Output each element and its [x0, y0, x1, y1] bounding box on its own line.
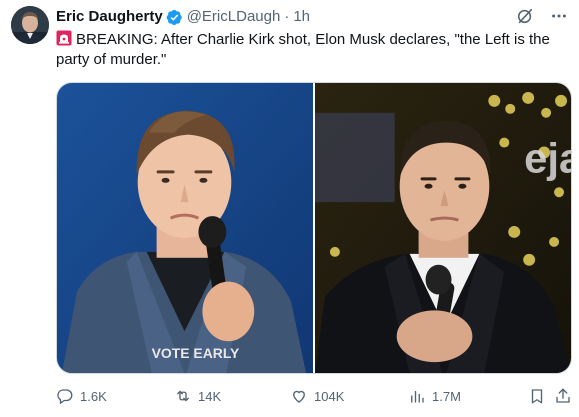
- author-name[interactable]: Eric Daugherty: [56, 7, 163, 27]
- separator-dot: ·: [284, 8, 290, 25]
- heart-icon: [293, 390, 305, 403]
- sign-text: eja: [524, 134, 571, 181]
- reply-icon: [57, 389, 73, 405]
- timestamp[interactable]: 1h: [293, 7, 310, 27]
- like-count: 104K: [314, 388, 345, 404]
- tweet-text: BREAKING: After Charlie Kirk shot, Elon …: [56, 30, 566, 70]
- repost-icon: [177, 390, 189, 402]
- grok-icon[interactable]: [515, 6, 535, 26]
- top-icons: [515, 6, 569, 26]
- tweet-body: BREAKING: After Charlie Kirk shot, Elon …: [56, 31, 550, 68]
- action-bar: 1.6K 14K 104K 1.7M: [56, 384, 572, 408]
- reply-count: 1.6K: [80, 388, 107, 404]
- bookmark-button[interactable]: [528, 387, 546, 405]
- avatar-image: [11, 6, 49, 44]
- repost-button[interactable]: 14K: [174, 387, 221, 405]
- shirt-text: VOTE EARLY: [152, 345, 240, 361]
- tweet[interactable]: Eric Daugherty @EricLDaugh · 1h BREAKING…: [0, 0, 579, 417]
- share-icon: [556, 388, 570, 403]
- reply-button[interactable]: 1.6K: [56, 387, 107, 405]
- siren-icon: [56, 30, 72, 46]
- views-button[interactable]: 1.7M: [408, 387, 461, 405]
- repost-count: 14K: [198, 388, 222, 404]
- media-grid[interactable]: VOTE EARLY ej: [56, 82, 572, 374]
- tweet-header: Eric Daugherty @EricLDaugh · 1h: [56, 7, 310, 27]
- share-button[interactable]: [554, 387, 572, 405]
- like-button[interactable]: 104K: [290, 387, 344, 405]
- avatar[interactable]: [11, 6, 49, 44]
- media-image-right[interactable]: eja: [315, 83, 571, 373]
- author-handle[interactable]: @EricLDaugh: [187, 7, 281, 27]
- views-icon: [411, 390, 424, 403]
- verified-badge-icon: [166, 9, 183, 26]
- bookmark-icon: [531, 389, 543, 404]
- views-count: 1.7M: [432, 388, 461, 404]
- media-image-left[interactable]: VOTE EARLY: [57, 83, 313, 373]
- more-icon[interactable]: [549, 6, 569, 26]
